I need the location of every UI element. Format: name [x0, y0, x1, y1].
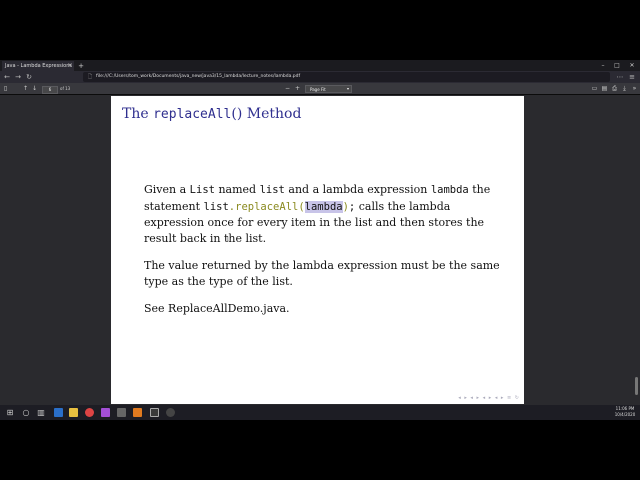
pdf-page — [111, 96, 524, 404]
text-span: Given a — [144, 183, 190, 196]
back-button[interactable]: ← — [2, 71, 12, 83]
page-number-input[interactable]: 6 — [42, 86, 58, 94]
clock-date: 10/4/2020 — [614, 412, 636, 417]
code-method: .replaceAll( — [228, 200, 305, 213]
text-cursor-icon: I — [227, 236, 229, 243]
windows-start-icon[interactable]: ⊞ — [3, 405, 17, 420]
zoom-out-icon[interactable]: − — [283, 83, 292, 95]
zoom-in-icon[interactable]: + — [293, 83, 302, 95]
chevron-down-icon[interactable]: ▾ — [344, 85, 352, 93]
paragraph-3: See ReplaceAllDemo.java. — [144, 302, 290, 315]
paragraph-2: The value returned by the lambda express… — [144, 259, 500, 288]
open-file-icon[interactable]: ▤ — [600, 83, 609, 95]
page-info-icon[interactable]: 🗋 — [86, 72, 94, 82]
code-span: list — [203, 200, 229, 213]
slide-title: The replaceAll() Method — [122, 104, 301, 125]
beamer-navigation-icons[interactable]: ◂ ▸ ◂ ▸ ◂ ▸ ◂ ▸ ≡ ↻ — [378, 394, 520, 402]
code-span: list — [259, 184, 285, 196]
previous-page-icon[interactable]: ↑ — [21, 83, 30, 95]
presentation-mode-icon[interactable]: ▭ — [590, 83, 599, 95]
print-icon[interactable]: ⎙ — [610, 83, 619, 95]
tab-bar — [0, 60, 640, 71]
app-icon[interactable] — [117, 408, 126, 417]
title-text-end: () Method — [231, 106, 302, 122]
sidebar-toggle-icon[interactable]: ▯ — [1, 83, 10, 95]
text-span: and a lambda expression — [284, 183, 431, 196]
text-span: named — [214, 183, 260, 196]
app-icon[interactable] — [166, 408, 175, 417]
url-text: file:///C:/Users/tom_work/Documents/java… — [96, 74, 301, 79]
code-span: lambda — [430, 184, 469, 196]
app-icon[interactable] — [101, 408, 110, 417]
extensions-icon[interactable]: ⋯ — [615, 71, 625, 83]
edge-icon[interactable] — [54, 408, 63, 417]
file-explorer-icon[interactable] — [69, 408, 78, 417]
code-span: List — [189, 184, 215, 196]
chrome-icon[interactable] — [85, 408, 94, 417]
maximize-button[interactable]: □ — [612, 61, 622, 71]
minimize-button[interactable]: – — [598, 61, 608, 71]
firefox-icon[interactable] — [133, 408, 142, 417]
search-icon[interactable]: ○ — [19, 405, 33, 420]
title-text: The — [122, 106, 154, 122]
task-view-icon[interactable]: ▥ — [34, 405, 48, 420]
title-code: replaceAll — [153, 107, 232, 122]
forward-button[interactable]: → — [13, 71, 23, 83]
browser-tab[interactable]: Java - Lambda Expressions and Fu... — [2, 61, 74, 71]
system-clock[interactable]: 11:06 PM 10/4/2020 — [612, 406, 638, 418]
paragraph-1: Given a List named list and a lambda exp… — [144, 182, 502, 246]
tools-icon[interactable]: » — [630, 83, 639, 95]
close-window-button[interactable]: ✕ — [627, 61, 637, 71]
reload-button[interactable]: ↻ — [24, 71, 34, 83]
scrollbar[interactable] — [635, 377, 638, 395]
taskbar — [0, 405, 640, 420]
page-count: of 13 — [60, 86, 71, 91]
next-page-icon[interactable]: ↓ — [30, 83, 39, 95]
terminal-icon[interactable] — [150, 408, 159, 417]
menu-icon[interactable]: ≡ — [627, 71, 637, 83]
code-highlighted: lambda — [304, 200, 343, 213]
save-icon[interactable]: ⤓ — [620, 83, 629, 95]
new-tab-button[interactable]: + — [77, 61, 85, 71]
tab-close-icon[interactable]: × — [66, 61, 74, 71]
